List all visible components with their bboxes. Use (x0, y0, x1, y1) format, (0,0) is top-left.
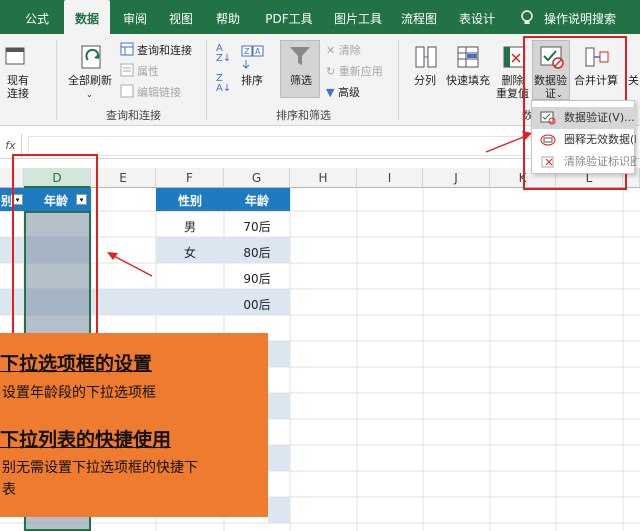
tab-formulas[interactable]: 公式 (16, 0, 58, 34)
query-connections-icon (120, 42, 134, 56)
column-header-g[interactable]: G (224, 168, 290, 188)
band-row (268, 393, 290, 419)
text-to-columns-button[interactable]: 分列 (414, 74, 436, 87)
filter-label: 筛选 (290, 74, 312, 87)
validation-dropdown-menu: 数据验证(V)... 圈释无效数据(I) 清除验证标识圈(R) (531, 100, 636, 174)
sort-icon: ZA (241, 45, 264, 69)
menu-item-circle-invalid[interactable]: 圈释无效数据(I) (532, 129, 636, 151)
band-row (268, 341, 290, 367)
tab-pdf-tools[interactable]: PDF工具 (256, 0, 322, 34)
overlay-text-2a: 别无需设置下拉选项框的快捷下 (2, 460, 198, 476)
highlight-column-d (12, 154, 98, 336)
tab-review[interactable]: 审阅 (114, 0, 156, 34)
refresh-all-button[interactable]: 全部刷新 (68, 74, 112, 87)
band-row (268, 497, 290, 523)
column-header-f[interactable]: F (156, 168, 224, 188)
properties-button[interactable]: 属性 (137, 63, 159, 79)
overlay-text-2b: 表 (2, 482, 16, 498)
refresh-all-icon (81, 45, 101, 69)
group-label-query: 查询和连接 (106, 109, 161, 122)
flash-fill-icon (457, 46, 479, 68)
reapply-label: 重新应用 (338, 65, 383, 78)
edit-links-icon (120, 84, 134, 98)
column-header-e[interactable]: E (91, 168, 156, 188)
tab-table-design[interactable]: 表设计 (450, 0, 504, 34)
existing-connections-icon (5, 47, 25, 65)
column-header-j[interactable]: J (423, 168, 490, 188)
cell-age-3[interactable]: 90后 (224, 270, 290, 287)
sort-button[interactable]: 排序 (241, 74, 263, 87)
header-gender: 性别 (177, 194, 202, 208)
relationships-button[interactable]: 关 (628, 74, 639, 87)
overlay-heading-2: 下拉列表的快捷使用 (0, 429, 172, 451)
svg-text:Z: Z (244, 47, 250, 56)
tutorial-overlay: 下拉选项框的设置 设置年龄段的下拉选项框 下拉列表的快捷使用 别无需设置下拉选项… (0, 333, 268, 517)
sort-az-icon[interactable]: A Z↓ (216, 44, 231, 64)
validation-small-icon (540, 111, 556, 125)
properties-icon (120, 63, 134, 77)
column-header-i[interactable]: I (357, 168, 423, 188)
header-age: 年龄 (244, 194, 269, 208)
sort-za-icon[interactable]: Z A↓ (216, 74, 231, 94)
svg-text:A: A (255, 47, 261, 56)
cell-age-4[interactable]: 00后 (224, 296, 290, 313)
clear-label: 清除 (338, 44, 361, 57)
menu-item-clear-circles[interactable]: 清除验证标识圈(R) (532, 151, 636, 173)
overlay-text-1: 设置年龄段的下拉选项框 (2, 385, 156, 401)
group-label-sort-filter: 排序和筛选 (276, 109, 331, 122)
menu-item-data-validation-label: 数据验证(V)... (564, 111, 635, 124)
tab-flowchart[interactable]: 流程图 (394, 0, 444, 34)
tab-help[interactable]: 帮助 (207, 0, 249, 34)
tab-data[interactable]: 数据 (64, 0, 110, 34)
overlay-heading-1: 下拉选项框的设置 (0, 353, 153, 375)
circle-invalid-icon (540, 134, 556, 146)
cell-age-1[interactable]: 70后 (224, 218, 290, 235)
tab-view[interactable]: 视图 (160, 0, 202, 34)
edit-links-button[interactable]: 编辑链接 (137, 84, 181, 100)
filter-icon (290, 47, 310, 65)
clear-circles-icon (541, 156, 554, 168)
menu-item-data-validation[interactable]: 数据验证(V)... (532, 107, 636, 129)
refresh-dropdown-icon[interactable]: ⌄ (86, 88, 93, 101)
flash-fill-button[interactable]: 快速填充 (446, 74, 490, 87)
query-connections-button[interactable]: 查询和连接 (137, 42, 192, 58)
excel-window: 公式 数据 审阅 视图 帮助 PDF工具 图片工具 流程图 表设计 操作说明搜索… (0, 0, 640, 531)
tell-me-search[interactable]: 操作说明搜索 (540, 0, 620, 34)
column-header-h[interactable]: H (290, 168, 357, 188)
menu-item-circle-invalid-label: 圈释无效数据(I) (564, 133, 636, 146)
cell-age-2[interactable]: 80后 (224, 244, 290, 261)
menu-item-clear-circles-label: 清除验证标识圈(R) (564, 155, 636, 168)
clear-button[interactable]: ✕ 清除 (326, 42, 361, 58)
tab-picture-tools[interactable]: 图片工具 (326, 0, 390, 34)
existing-connections-button[interactable]: 现有 连接 (0, 74, 38, 100)
lightbulb-icon (521, 10, 533, 24)
band-row (268, 445, 290, 471)
cell-gender-2[interactable]: 女 (156, 244, 224, 261)
advanced-button[interactable]: ▼ 高级 (326, 84, 360, 100)
cell-gender-1[interactable]: 男 (156, 218, 224, 235)
reapply-button[interactable]: ↻ 重新应用 (326, 63, 383, 79)
advanced-label: 高级 (337, 86, 360, 99)
text-to-columns-icon (415, 46, 437, 68)
ribbon-tab-bar: 公式 数据 审阅 视图 帮助 PDF工具 图片工具 流程图 表设计 操作说明搜索 (0, 0, 640, 34)
